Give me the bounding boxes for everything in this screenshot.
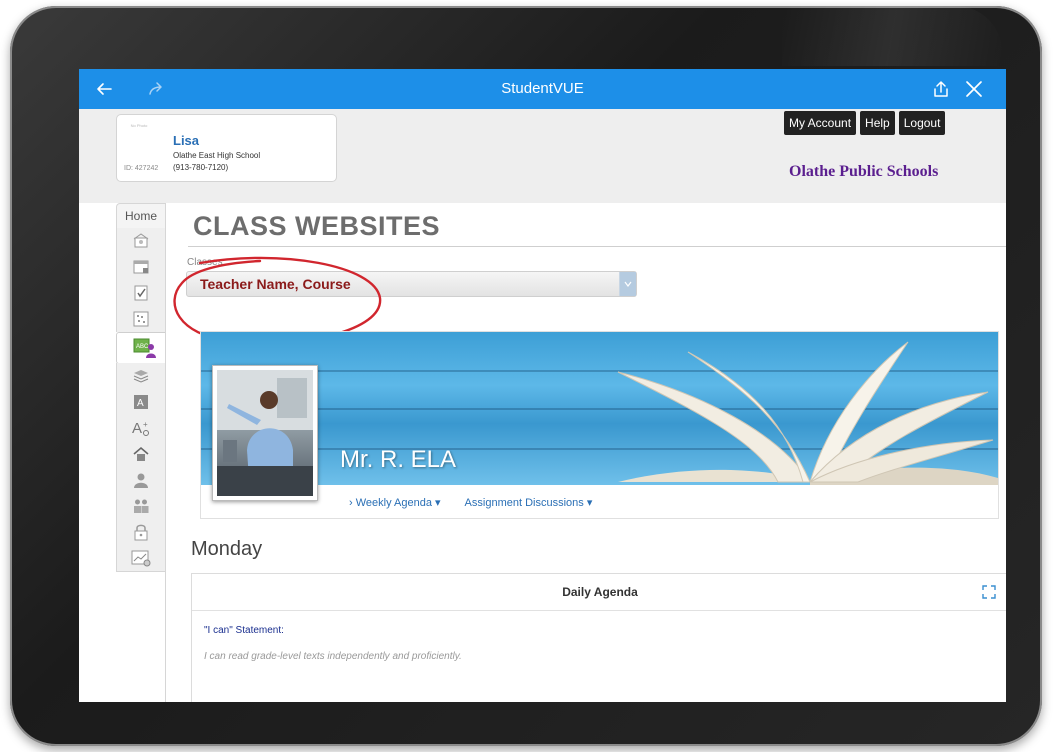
nav-bar: StudentVUE xyxy=(79,69,1006,109)
share-button[interactable] xyxy=(927,69,955,109)
page-title: CLASS WEBSITES xyxy=(193,211,441,241)
svg-text:A: A xyxy=(137,398,144,409)
teacher-name: Mr. R. ELA xyxy=(340,446,457,473)
daily-agenda-panel: Daily Agenda "I can" Statement: I can re… xyxy=(191,573,1006,702)
app-screen: StudentVUE No Photo ID: 427242 Lisa Olat… xyxy=(79,69,1006,702)
school-info-menu-item[interactable] xyxy=(116,441,166,467)
course-history-menu-item[interactable] xyxy=(116,363,166,389)
contacts-icon xyxy=(134,499,149,513)
open-book-image xyxy=(617,341,998,485)
back-button[interactable] xyxy=(89,69,119,109)
contacts-menu-item[interactable] xyxy=(116,493,166,519)
title-divider xyxy=(188,246,1006,247)
classes-label: Classes xyxy=(187,257,223,268)
chart-menu-item[interactable] xyxy=(116,545,166,572)
expand-icon[interactable] xyxy=(982,585,996,599)
district-name: Olathe Public Schools xyxy=(789,163,939,180)
forward-arrow-icon xyxy=(149,82,162,95)
account-links: My Account Help Logout xyxy=(784,111,946,135)
agenda-title: Daily Agenda xyxy=(562,585,638,599)
main-content: CLASS WEBSITES Classes Teacher Name, Cou… xyxy=(165,203,1006,702)
svg-text:ABC: ABC xyxy=(136,344,149,350)
class-select[interactable]: Teacher Name, Course xyxy=(186,271,637,297)
school-menu-item[interactable] xyxy=(116,228,166,254)
student-info-menu-item[interactable] xyxy=(116,467,166,493)
teacher-banner: Mr. R. ELA › Weekly Agenda ▾ Assignment … xyxy=(200,331,999,519)
course-history-icon xyxy=(133,370,149,383)
tablet-frame: StudentVUE No Photo ID: 427242 Lisa Olat… xyxy=(10,6,1042,746)
svg-text:A: A xyxy=(132,420,142,437)
i-can-statement-text: I can read grade-level texts independent… xyxy=(204,651,462,662)
student-info-icon xyxy=(134,473,148,488)
assignment-discussions-menu[interactable]: Assignment Discussions ▾ xyxy=(465,496,593,509)
report-card-menu-item[interactable]: A xyxy=(116,389,166,415)
banner-image xyxy=(201,332,998,485)
grade-book-menu-item[interactable] xyxy=(116,280,166,306)
student-photo-placeholder: No Photo xyxy=(125,123,153,159)
student-name: Lisa xyxy=(173,133,200,148)
student-id: ID: 427242 xyxy=(124,165,159,172)
school-icon xyxy=(133,233,149,248)
selected-class-value: Teacher Name, Course xyxy=(200,276,351,292)
calendar-icon xyxy=(133,260,149,274)
help-button[interactable]: Help xyxy=(860,111,895,135)
lock-menu-item[interactable] xyxy=(116,519,166,545)
lock-icon xyxy=(134,524,148,541)
share-icon xyxy=(934,81,948,97)
grade-book-icon xyxy=(134,285,148,301)
close-button[interactable] xyxy=(959,69,989,109)
attendance-menu-item[interactable] xyxy=(116,306,166,332)
agenda-header: Daily Agenda xyxy=(192,574,1006,611)
report-card-icon: A xyxy=(134,395,148,409)
app-title: StudentVUE xyxy=(501,80,584,97)
calendar-menu-item[interactable] xyxy=(116,254,166,280)
forward-button[interactable] xyxy=(141,69,171,109)
chart-icon xyxy=(131,550,151,567)
test-history-icon: A + xyxy=(132,420,149,437)
select-arrow[interactable] xyxy=(619,272,636,296)
chevron-down-icon xyxy=(624,281,632,287)
back-arrow-icon xyxy=(97,83,112,95)
test-history-menu-item[interactable]: A + xyxy=(116,415,166,441)
svg-text:+: + xyxy=(143,420,148,429)
day-heading: Monday xyxy=(191,538,263,560)
close-icon xyxy=(966,81,982,97)
no-photo-label: No Photo xyxy=(130,123,148,128)
logout-button[interactable]: Logout xyxy=(898,111,946,135)
weekly-agenda-menu[interactable]: › Weekly Agenda ▾ xyxy=(349,496,441,509)
school-name: Olathe East High School xyxy=(173,151,261,160)
teacher-photo-image xyxy=(217,370,313,496)
student-card[interactable]: No Photo ID: 427242 Lisa Olathe East Hig… xyxy=(116,114,337,182)
portal-header: No Photo ID: 427242 Lisa Olathe East Hig… xyxy=(79,109,1006,203)
side-menu-home[interactable]: Home xyxy=(116,203,166,228)
attendance-icon xyxy=(133,311,149,327)
school-phone: (913-780-7120) xyxy=(173,163,229,172)
banner-nav: › Weekly Agenda ▾ Assignment Discussions… xyxy=(349,496,592,509)
side-menu: Home ABC A A + xyxy=(116,203,173,603)
class-websites-icon: ABC xyxy=(133,338,156,358)
school-info-icon xyxy=(133,446,149,461)
my-account-button[interactable]: My Account xyxy=(784,111,857,135)
i-can-statement-label: "I can" Statement: xyxy=(204,625,284,636)
teacher-photo xyxy=(212,365,318,501)
